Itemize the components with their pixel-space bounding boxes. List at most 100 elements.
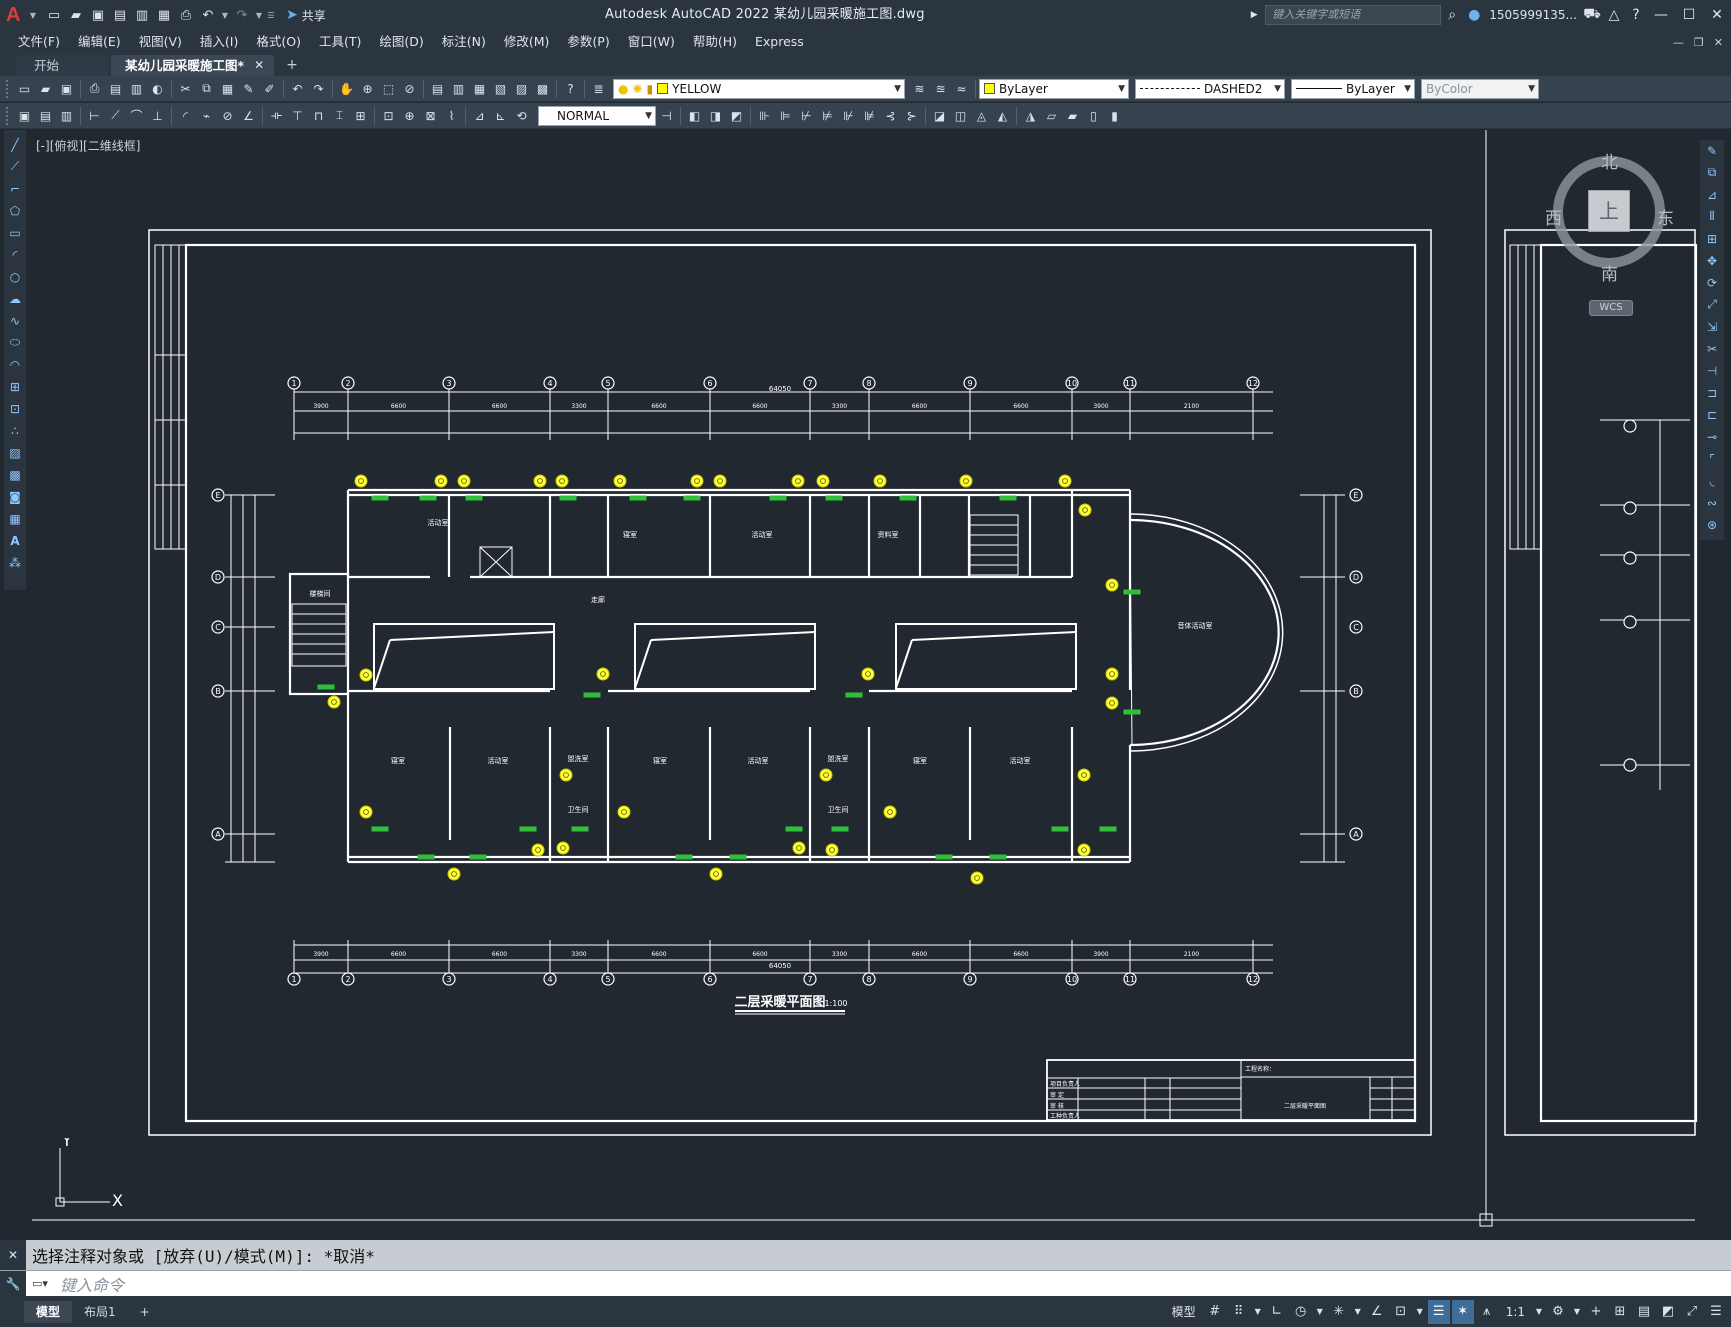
- copy-object-icon[interactable]: ⧉: [1702, 162, 1722, 183]
- room-label-9: 活动室: [748, 756, 769, 765]
- line-icon[interactable]: ╱: [5, 134, 25, 155]
- riser-24: [709, 867, 723, 881]
- semicircular-hall: [1129, 513, 1284, 752]
- annotation-monitor-icon[interactable]: +: [1585, 1300, 1607, 1324]
- break-icon[interactable]: ⊏: [1702, 404, 1722, 425]
- fullscreen-icon[interactable]: ⤢: [1681, 1300, 1703, 1324]
- grid-icon[interactable]: #: [1204, 1300, 1226, 1324]
- axis-bubble-bottom-7: 7: [807, 975, 812, 984]
- axis-bubble-right-A: A: [1353, 830, 1359, 839]
- point-icon[interactable]: ∴: [5, 420, 25, 441]
- table-icon[interactable]: ▦: [5, 508, 25, 529]
- join-icon[interactable]: ⊸: [1702, 426, 1722, 447]
- tab-layout1[interactable]: 布局1: [72, 1301, 128, 1323]
- side-dimension-chains: [230, 495, 1337, 862]
- polygon-icon[interactable]: ⬠: [5, 200, 25, 221]
- viewcube-south[interactable]: 南: [1601, 260, 1618, 285]
- rectangle-icon[interactable]: ▭: [5, 222, 25, 243]
- object-snap-icon[interactable]: ⊡: [1390, 1300, 1412, 1324]
- adjacent-sheet: [1504, 229, 1698, 1136]
- circle-icon[interactable]: ○: [5, 266, 25, 287]
- construction-line-icon[interactable]: ⟋: [5, 156, 25, 177]
- mirror-icon[interactable]: ⊿: [1702, 184, 1722, 205]
- riser-7: [690, 474, 704, 488]
- recent-commands-icon[interactable]: ▭▾: [26, 1275, 54, 1293]
- iso-dropdown-icon[interactable]: ▼: [1352, 1300, 1364, 1324]
- insert-block-icon[interactable]: ⊞: [5, 376, 25, 397]
- arc-icon[interactable]: ◜: [5, 244, 25, 265]
- draw-toolbar: ╱ ⟋ ⌐ ⬠ ▭ ◜ ○ ☁ ∿ ⬭ ◠ ⊞ ⊡ ∴ ▨ ▩ ◙ ▦ A ⁂: [4, 130, 26, 590]
- viewcube-east[interactable]: 东: [1657, 204, 1674, 229]
- isolate-objects-icon[interactable]: ◩: [1657, 1300, 1679, 1324]
- command-input[interactable]: 键入命令: [54, 1272, 124, 1296]
- riser-21: [556, 841, 570, 855]
- lineweight-toggle-icon[interactable]: ☰: [1427, 1299, 1450, 1324]
- move-icon[interactable]: ✥: [1702, 250, 1722, 271]
- revision-cloud-icon[interactable]: ☁: [5, 288, 25, 309]
- blend-curves-icon[interactable]: ∾: [1702, 492, 1722, 513]
- viewcube-west[interactable]: 西: [1545, 204, 1562, 229]
- hatch-icon[interactable]: ▨: [5, 442, 25, 463]
- scale-dropdown-icon[interactable]: ▼: [1533, 1300, 1545, 1324]
- riser-1: [354, 474, 368, 488]
- scale-icon[interactable]: ⤢: [1702, 294, 1722, 315]
- annotation-scale[interactable]: 1:1: [1500, 1305, 1531, 1319]
- fillet-icon[interactable]: ◟: [1702, 470, 1722, 491]
- viewcube-top-face[interactable]: 上: [1588, 190, 1630, 232]
- workspace-gear-icon[interactable]: ⚙: [1547, 1300, 1569, 1324]
- gradient-icon[interactable]: ▩: [5, 464, 25, 485]
- command-close-icon[interactable]: ✕: [8, 1248, 18, 1262]
- add-layout-button[interactable]: +: [128, 1301, 162, 1323]
- tab-model[interactable]: 模型: [24, 1300, 73, 1323]
- chamfer-icon[interactable]: ⌜: [1702, 448, 1722, 469]
- workspace-dropdown-icon[interactable]: ▼: [1571, 1300, 1583, 1324]
- viewcube-north[interactable]: 北: [1601, 148, 1618, 173]
- ellipse-arc-icon[interactable]: ◠: [5, 354, 25, 375]
- axis-bubble-bottom-10: 10: [1067, 975, 1077, 984]
- building-walls: [288, 488, 1132, 864]
- make-block-icon[interactable]: ⊡: [5, 398, 25, 419]
- sign-strip: [154, 244, 187, 550]
- region-icon[interactable]: ◙: [5, 486, 25, 507]
- riser-14: [1078, 503, 1092, 517]
- rotate-icon[interactable]: ⟳: [1702, 272, 1722, 293]
- spline-icon[interactable]: ∿: [5, 310, 25, 331]
- mtext-icon[interactable]: A: [5, 530, 25, 551]
- annotation-visibility-icon[interactable]: ✶: [1451, 1299, 1474, 1324]
- riser-4: [533, 474, 547, 488]
- osnap-dropdown-icon[interactable]: ▼: [1414, 1300, 1426, 1324]
- object-snap-tracking-icon[interactable]: ∠: [1366, 1300, 1388, 1324]
- erase-icon[interactable]: ✎: [1702, 140, 1722, 161]
- snap-icon[interactable]: ⠿: [1228, 1300, 1250, 1324]
- model-space-toggle[interactable]: 模型: [1166, 1303, 1202, 1320]
- command-line: 🔧 ▭▾ 键入命令: [0, 1270, 1731, 1297]
- polar-tracking-icon[interactable]: ◷: [1290, 1300, 1312, 1324]
- command-customize-icon[interactable]: 🔧: [0, 1270, 26, 1297]
- explode-icon[interactable]: ⊛: [1702, 514, 1722, 535]
- polar-dropdown-icon[interactable]: ▼: [1314, 1300, 1326, 1324]
- quick-properties-icon[interactable]: ▤: [1633, 1300, 1655, 1324]
- ortho-icon[interactable]: ∟: [1266, 1300, 1288, 1324]
- array-icon[interactable]: ⊞: [1702, 228, 1722, 249]
- stretch-icon[interactable]: ⇲: [1702, 316, 1722, 337]
- polyline-icon[interactable]: ⌐: [5, 178, 25, 199]
- ucs-x-label: X: [112, 1191, 123, 1208]
- trim-icon[interactable]: ✂: [1702, 338, 1722, 359]
- ellipse-icon[interactable]: ⬭: [5, 332, 25, 353]
- viewcube[interactable]: 上 北 南 西 东 WCS: [1545, 148, 1675, 316]
- axis-bubble-top-8: 8: [866, 379, 871, 388]
- axis-bubble-top-9: 9: [967, 379, 972, 388]
- axis-bubble-right-B: B: [1353, 687, 1359, 696]
- units-icon[interactable]: ⊞: [1609, 1300, 1631, 1324]
- auto-scale-icon[interactable]: ⩚: [1476, 1300, 1498, 1324]
- command-line-grip[interactable]: ✕: [0, 1240, 26, 1270]
- customization-icon[interactable]: ☰: [1705, 1300, 1727, 1324]
- snap-dropdown-icon[interactable]: ▼: [1252, 1300, 1264, 1324]
- drawing-canvas[interactable]: 1 2 3 4 5 6 7 8 9 10 11 12 3900 6600 6600 3300 6600 6600…: [0, 0, 1731, 1327]
- break-at-point-icon[interactable]: ⊐: [1702, 382, 1722, 403]
- wcs-menu[interactable]: WCS: [1589, 300, 1633, 316]
- add-selected-icon[interactable]: ⁂: [5, 552, 25, 573]
- isodraft-icon[interactable]: ✳: [1328, 1300, 1350, 1324]
- extend-icon[interactable]: ⊣: [1702, 360, 1722, 381]
- offset-icon[interactable]: ⫴: [1702, 206, 1722, 227]
